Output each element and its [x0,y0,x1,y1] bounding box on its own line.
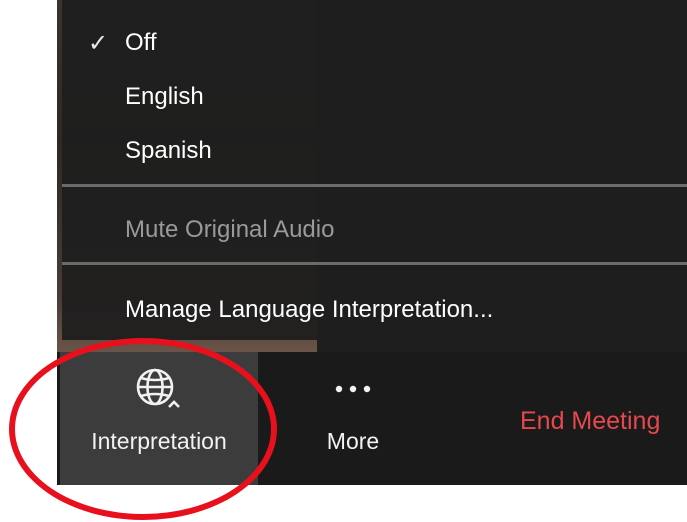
menu-item-english[interactable]: English [62,72,687,122]
menu-separator [62,184,687,187]
ellipsis-icon [331,352,375,426]
more-button[interactable]: More [293,352,413,485]
menu-item-mute-original-audio: Mute Original Audio [62,205,687,255]
menu-item-off[interactable]: ✓ Off [62,18,687,68]
menu-separator [62,262,687,265]
interpretation-button[interactable]: Interpretation [60,352,258,485]
globe-icon [129,352,189,426]
menu-item-spanish[interactable]: Spanish [62,126,687,176]
checkmark-icon: ✓ [88,29,109,57]
menu-item-label: Spanish [125,137,212,164]
interpretation-label: Interpretation [91,428,227,454]
meeting-toolbar: Interpretation More End Meeting [57,352,687,485]
meeting-window: ✓ Off English Spanish Mute Original Audi… [57,0,687,485]
menu-item-manage-language-interpretation[interactable]: Manage Language Interpretation... [62,285,687,335]
end-meeting-button[interactable]: End Meeting [520,407,660,436]
interpretation-menu: ✓ Off English Spanish Mute Original Audi… [62,0,687,340]
menu-item-label: Off [125,29,157,56]
menu-item-label: Manage Language Interpretation... [125,296,494,323]
more-label: More [326,428,380,454]
menu-item-label: English [125,83,204,110]
menu-item-label: Mute Original Audio [125,216,335,243]
